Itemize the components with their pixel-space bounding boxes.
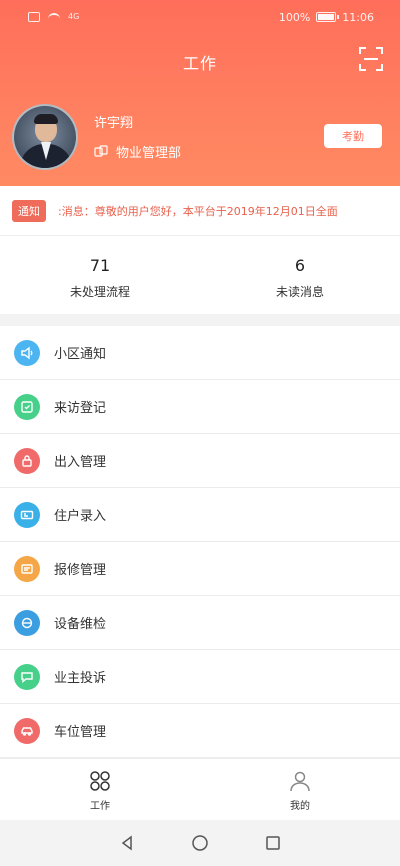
attendance-button[interactable]: 考勤 (324, 124, 382, 148)
menu-item-device-inspection[interactable]: 设备维检 (0, 596, 400, 650)
nav-label: 我的 (290, 801, 310, 812)
menu-label: 设备维检 (54, 617, 107, 632)
stats-panel: 71 未处理流程 6 未读消息 (0, 236, 400, 314)
stat-unread-messages[interactable]: 6 未读消息 (200, 236, 400, 314)
id-card-icon (14, 501, 40, 528)
department-label: 物业管理部 (116, 146, 182, 161)
user-profile: 许宇翔 物业管理部 考勤 (12, 104, 388, 170)
menu-item-resident-entry[interactable]: 住户录入 (0, 488, 400, 542)
menu-label: 业主投诉 (54, 671, 107, 686)
menu-label: 来访登记 (54, 401, 107, 416)
menu-label: 小区通知 (54, 347, 107, 362)
menu-item-parking-management[interactable]: 车位管理 (0, 704, 400, 758)
function-menu: 小区通知 来访登记 出入管理 住户录入 报修管理 设备维检 业主投诉 车位管理 (0, 326, 400, 758)
sim-icon (28, 12, 40, 22)
header: 4G 100% 11:06 工作 许宇翔 物业管理部 考勤 (0, 0, 400, 186)
nav-tab-mine[interactable]: 我的 (200, 759, 400, 820)
device-icon (14, 609, 40, 636)
avatar[interactable] (12, 104, 78, 170)
battery-percent: 100% (278, 10, 311, 24)
status-bar: 4G 100% 11:06 (0, 0, 400, 34)
wifi-icon (48, 12, 60, 22)
stat-value: 71 (89, 256, 111, 275)
bottom-nav: 工作 我的 (0, 758, 400, 820)
menu-label: 报修管理 (54, 563, 107, 578)
menu-item-owner-complaint[interactable]: 业主投诉 (0, 650, 400, 704)
scan-icon (359, 47, 383, 71)
person-icon (290, 771, 310, 792)
stat-label: 未处理流程 (69, 285, 130, 299)
home-icon[interactable] (191, 834, 209, 852)
repair-icon (14, 555, 40, 582)
menu-item-visitor-register[interactable]: 来访登记 (0, 380, 400, 434)
page-title: 工作 (182, 54, 217, 73)
system-nav-bar (0, 820, 400, 866)
clock: 11:06 (342, 10, 374, 24)
car-icon (14, 717, 40, 744)
menu-label: 出入管理 (54, 455, 107, 470)
complaint-icon (14, 663, 40, 690)
network-text: 4G (68, 12, 80, 21)
notice-tag: 通知 (12, 199, 46, 222)
user-name: 许宇翔 (94, 116, 134, 131)
battery-icon (316, 12, 340, 22)
menu-label: 住户录入 (54, 509, 107, 524)
department-icon (94, 144, 108, 159)
recents-icon[interactable] (264, 834, 282, 852)
menu-item-access-management[interactable]: 出入管理 (0, 434, 400, 488)
menu-label: 车位管理 (54, 725, 107, 740)
menu-item-community-notice[interactable]: 小区通知 (0, 326, 400, 380)
stat-label: 未读消息 (275, 285, 324, 299)
speaker-icon (14, 339, 40, 366)
scan-button[interactable] (358, 46, 384, 72)
grid-icon (90, 771, 110, 791)
register-icon (14, 393, 40, 420)
title-bar: 工作 (0, 34, 400, 86)
lock-icon (14, 447, 40, 474)
menu-item-repair-management[interactable]: 报修管理 (0, 542, 400, 596)
notice-bar[interactable]: 通知 :消息：尊敬的用户您好，本平台于2019年12月01日全面 (0, 186, 400, 236)
department: 物业管理部 (94, 142, 181, 161)
stat-pending-process[interactable]: 71 未处理流程 (0, 236, 200, 314)
notice-text: :消息：尊敬的用户您好，本平台于2019年12月01日全面 (58, 204, 338, 218)
nav-tab-work[interactable]: 工作 (0, 759, 200, 820)
back-icon[interactable] (118, 834, 136, 852)
nav-label: 工作 (90, 801, 110, 812)
stat-value: 6 (294, 256, 306, 275)
